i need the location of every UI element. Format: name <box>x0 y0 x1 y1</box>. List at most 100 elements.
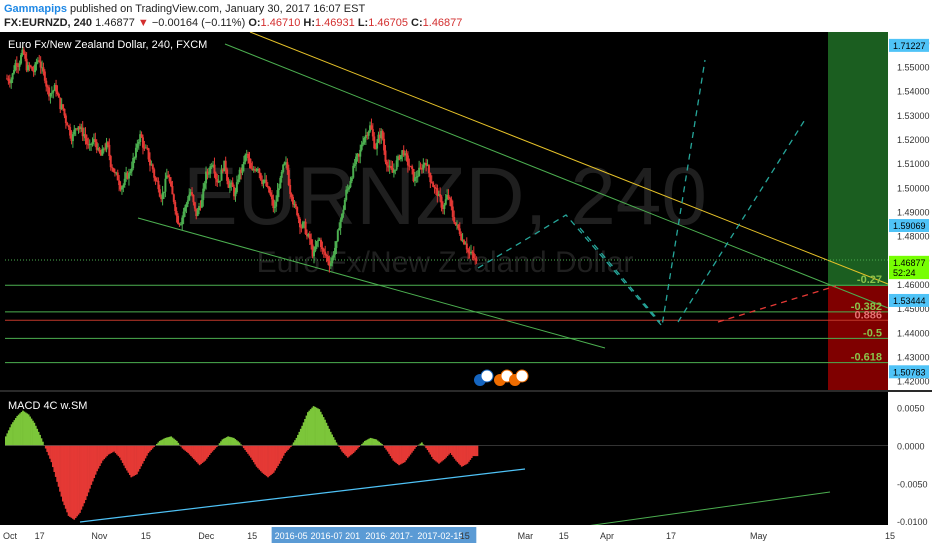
candle-body <box>38 60 41 62</box>
candle-body <box>203 183 206 189</box>
candle-body <box>122 184 125 188</box>
candle-body <box>191 192 194 195</box>
candle-body <box>56 91 59 94</box>
candle-body <box>249 163 252 169</box>
open-value: 1.46710 <box>260 17 301 29</box>
candle-body <box>18 63 21 67</box>
candle-body <box>304 221 307 235</box>
fib-level-label: 0.886 <box>854 309 882 321</box>
candle-body <box>342 209 345 214</box>
candle-body <box>64 115 67 124</box>
candle-body <box>371 129 374 137</box>
candle-body <box>188 194 191 201</box>
candle-body <box>73 129 76 135</box>
event-marker-icon[interactable] <box>515 369 529 383</box>
candle-body <box>164 178 167 192</box>
candle-body <box>108 144 111 157</box>
time-axis-tick: Oct <box>3 531 18 541</box>
candle-body <box>57 93 60 98</box>
candle-body <box>348 187 351 190</box>
watermark-symbol: EURNZD, 240 <box>183 151 707 242</box>
candle-body <box>405 153 408 156</box>
open-label: O: <box>248 17 261 29</box>
candle-body <box>297 215 300 219</box>
candle-body <box>234 192 237 197</box>
candle-body <box>171 186 174 195</box>
candle-body <box>209 166 212 174</box>
candle-body <box>13 70 16 74</box>
candle-body <box>277 188 280 191</box>
price-axis[interactable]: 1.560001.550001.540001.530001.520001.510… <box>888 32 932 390</box>
publish-header: Gammapips published on TradingView.com, … <box>0 0 932 32</box>
event-marker-icon[interactable] <box>480 369 494 383</box>
price-tag-label: 1.59069 <box>893 221 926 231</box>
macd-axis-tick: 0.0000 <box>897 441 925 451</box>
candle-body <box>422 164 425 170</box>
candle-body <box>49 93 52 97</box>
candle-body <box>367 131 370 136</box>
candle-body <box>294 204 297 208</box>
time-axis-tick: 2017-02-15 <box>417 531 463 541</box>
price-axis-tick: 1.53000 <box>897 111 930 121</box>
candle-body <box>167 175 170 178</box>
candle-body <box>228 184 231 188</box>
candle-body <box>118 180 121 186</box>
candle-body <box>34 64 37 73</box>
candle-body <box>329 263 332 266</box>
candle-body <box>290 193 293 197</box>
candle-body <box>85 138 88 145</box>
candle-body <box>220 169 223 181</box>
price-axis-tick: 1.54000 <box>897 87 930 97</box>
candle-body <box>11 73 14 80</box>
candle-body <box>55 84 58 92</box>
candle-body <box>210 166 213 168</box>
candle-body <box>352 165 355 178</box>
candle-body <box>415 177 418 179</box>
time-axis-tick: Mar <box>518 531 534 541</box>
candle-body <box>291 196 294 205</box>
candle-body <box>359 149 362 157</box>
candle-body <box>279 177 282 189</box>
time-axis-tick: 15 <box>141 531 151 541</box>
candle-body <box>315 241 318 247</box>
candle-body <box>467 249 470 253</box>
candle-body <box>132 157 135 169</box>
candle-body <box>432 182 435 187</box>
candle-body <box>472 253 475 259</box>
candle-body <box>151 164 154 170</box>
candle-body <box>363 137 366 143</box>
candle-body <box>247 153 250 159</box>
candle-body <box>174 201 177 211</box>
time-axis-tick: 17 <box>35 531 45 541</box>
candle-body <box>339 219 342 229</box>
candle-body <box>270 195 273 200</box>
macd-axis[interactable]: 0.00500.0000-0.0050-0.0100 <box>888 392 932 527</box>
candle-body <box>310 239 313 245</box>
candle-body <box>10 79 13 84</box>
candle-body <box>471 251 474 254</box>
candle-body <box>296 207 299 216</box>
candle-body <box>385 161 388 166</box>
candle-body <box>163 191 165 193</box>
high-value: 1.46931 <box>314 17 355 29</box>
candle-body <box>242 161 245 165</box>
published-text: published on TradingView.com, January 30… <box>70 3 366 15</box>
candle-body <box>153 169 156 178</box>
candle-body <box>451 206 454 217</box>
candle-body <box>332 254 335 258</box>
candle-body <box>91 142 94 144</box>
candle-body <box>98 148 101 153</box>
ohlc-line: FX:EURNZD, 240 1.46877 ▼ −0.00164 (−0.11… <box>4 17 462 29</box>
time-axis-tick: 17 <box>666 531 676 541</box>
candle-body <box>282 164 285 172</box>
candle-body <box>406 155 409 166</box>
chart-canvas[interactable]: EURNZD, 240 Euro Fx/New Zealand Dollar -… <box>0 32 932 550</box>
candle-body <box>184 207 187 212</box>
candle-body <box>224 160 227 170</box>
candle-body <box>67 125 70 128</box>
candle-body <box>127 173 130 179</box>
candle-body <box>202 188 205 200</box>
publisher-name[interactable]: Gammapips <box>4 3 67 15</box>
candle-body <box>450 199 453 207</box>
candle-body <box>69 127 72 136</box>
